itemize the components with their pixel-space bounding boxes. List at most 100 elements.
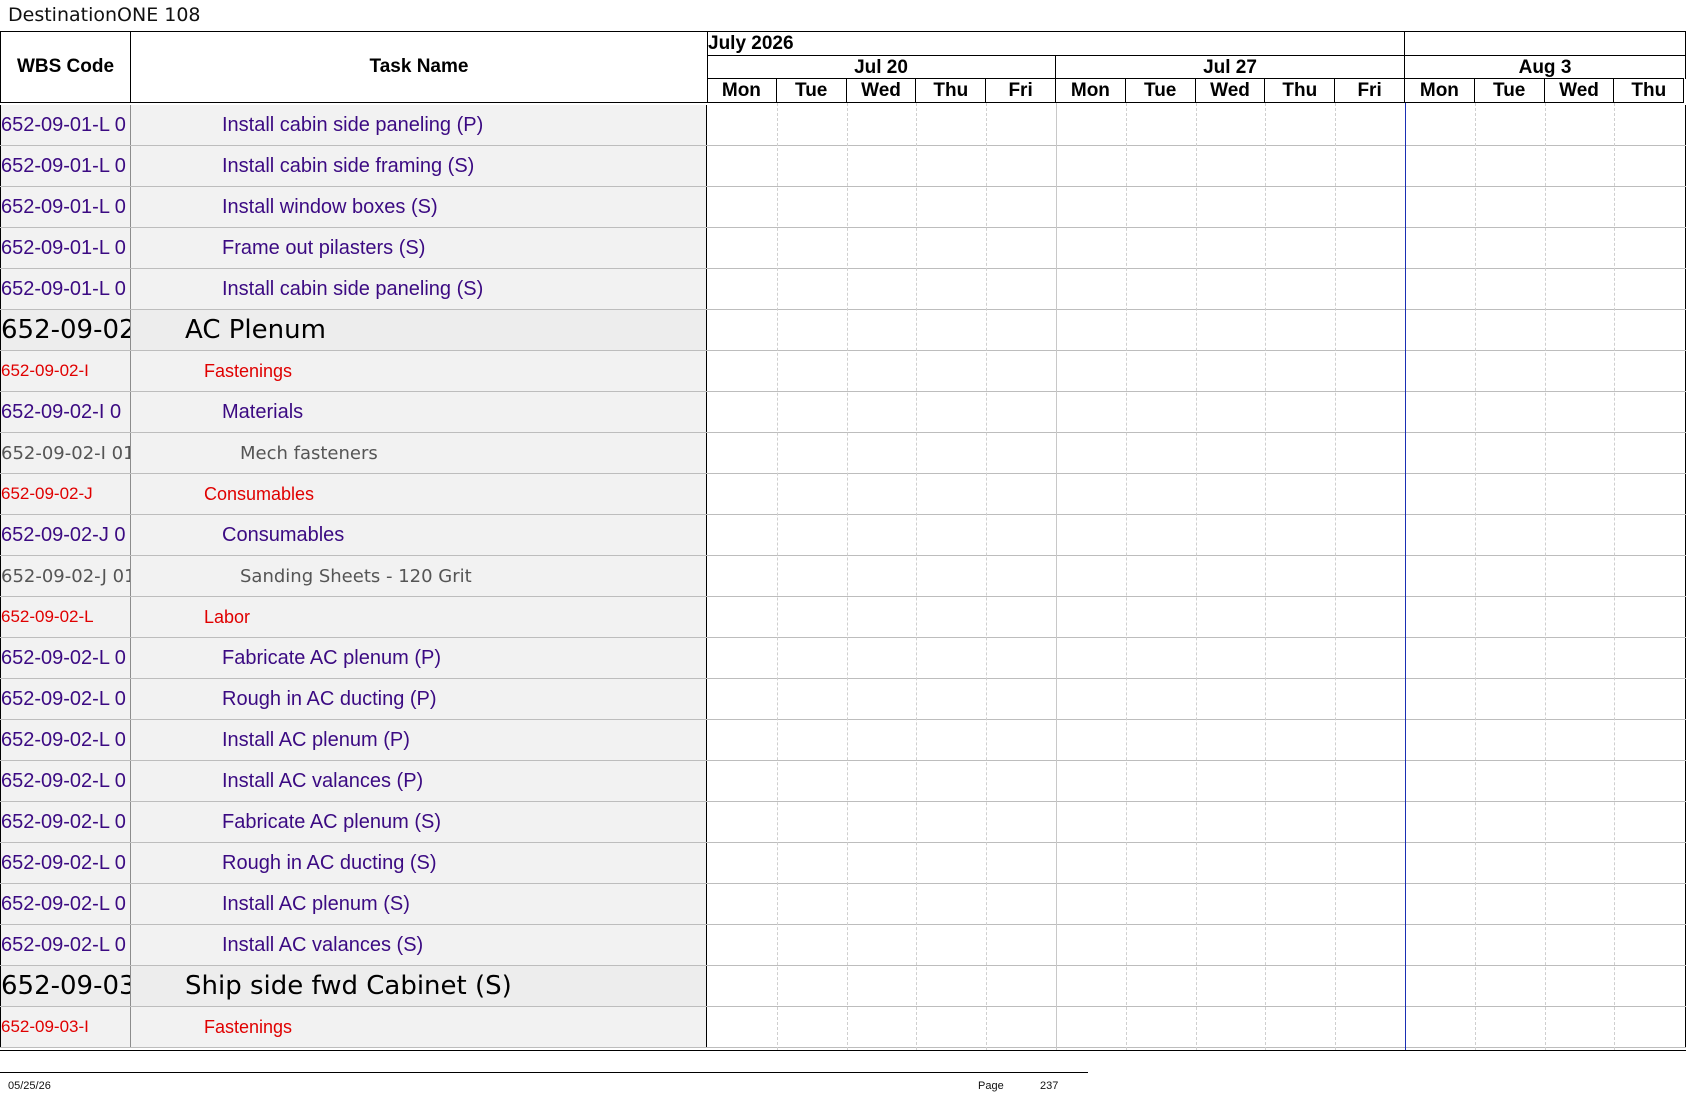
day-gridline (1265, 103, 1267, 1050)
table-row[interactable]: 652-09-02-L 0 Install AC plenum (P) (0, 720, 1686, 761)
timeline-day: Wed (846, 78, 917, 103)
task-name-cell: Rough in AC ducting (S) (131, 843, 707, 883)
table-row[interactable]: 652-09-02-L Labor (0, 597, 1686, 638)
table-row[interactable]: 652-09-02-L 0 Fabricate AC plenum (P) (0, 638, 1686, 679)
wbs-code-cell: 652-09-02-L 0 (0, 638, 131, 678)
task-name-cell: Fastenings (131, 1007, 707, 1047)
table-row[interactable]: 652-09-03-I Fastenings (0, 1007, 1686, 1048)
table-row[interactable]: 652-09-02-L 0 Install AC plenum (S) (0, 884, 1686, 925)
table-row[interactable]: 652-09-01-L 0 Install cabin side paneling… (0, 105, 1686, 146)
table-row[interactable]: 652-09-02-J 01 Sanding Sheets - 120 Grit (0, 556, 1686, 597)
wbs-code-cell: 652-09-03 (0, 966, 131, 1006)
timeline-week: Jul 20 (707, 55, 1056, 79)
table-row[interactable]: 652-09-02-L 0 Rough in AC ducting (P) (0, 679, 1686, 720)
footer-page-number: 237 (1040, 1080, 1059, 1092)
wbs-code-cell: 652-09-02-J (0, 474, 131, 514)
wbs-code-cell: 652-09-02-L 0 (0, 925, 131, 965)
table-row[interactable]: 652-09-02-J Consumables (0, 474, 1686, 515)
task-name-cell: Ship side fwd Cabinet (S) (131, 966, 707, 1006)
table-row[interactable]: 652-09-02-I 0 Materials (0, 392, 1686, 433)
timeline-day: Mon (1405, 78, 1475, 103)
task-name-cell: Install window boxes (S) (131, 187, 707, 227)
task-name-cell: Consumables (131, 474, 707, 514)
task-name-cell: Consumables (131, 515, 707, 555)
wbs-code-cell: 652-09-02-L 0 (0, 843, 131, 883)
wbs-code-cell: 652-09-02 (0, 310, 131, 350)
wbs-code-cell: 652-09-02-L 0 (0, 802, 131, 842)
timeline-day: Thu (916, 78, 987, 103)
day-gridline (1195, 103, 1197, 1050)
task-name-cell: Install cabin side paneling (P) (131, 105, 707, 145)
timeline-day: Tue (1474, 78, 1545, 103)
wbs-code-cell: 652-09-02-J 0 (0, 515, 131, 555)
day-gridline (1544, 103, 1546, 1050)
task-name-cell: Frame out pilasters (S) (131, 228, 707, 268)
task-name-cell: Install AC plenum (P) (131, 720, 707, 760)
table-row[interactable]: 652-09-02-I 01- Mech fasteners (0, 433, 1686, 474)
table-row[interactable]: 652-09-02-L 0 Fabricate AC plenum (S) (0, 802, 1686, 843)
task-name-cell: Mech fasteners (131, 433, 707, 473)
timeline-day: Wed (1195, 78, 1266, 103)
footer-page-label: Page (978, 1080, 1004, 1092)
wbs-code-cell: 652-09-02-L 0 (0, 679, 131, 719)
timeline-day: Fri (986, 78, 1056, 103)
day-gridline (1125, 103, 1127, 1050)
today-marker-line (1405, 103, 1406, 1050)
day-gridline (916, 103, 918, 1050)
wbs-code-cell: 652-09-02-I 01- (0, 433, 131, 473)
table-row[interactable]: 652-09-02-L 0 Rough in AC ducting (S) (0, 843, 1686, 884)
wbs-code-cell: 652-09-02-I (0, 351, 131, 391)
wbs-code-cell: 652-09-02-I 0 (0, 392, 131, 432)
task-name-cell: Fastenings (131, 351, 707, 391)
table-bottom-border (0, 1050, 1686, 1051)
wbs-code-cell: 652-09-03-I (0, 1007, 131, 1047)
footer-rule (0, 1072, 1088, 1073)
timeline-week: Aug 3 (1405, 55, 1686, 79)
table-row[interactable]: 652-09-01-L 0 Install window boxes (S) (0, 187, 1686, 228)
task-name-cell: Rough in AC ducting (P) (131, 679, 707, 719)
task-name-cell: Materials (131, 392, 707, 432)
wbs-code-cell: 652-09-01-L 0 (0, 146, 131, 186)
table-row[interactable]: 652-09-01-L 0 Install cabin side framing … (0, 146, 1686, 187)
table-row[interactable]: 652-09-02 AC Plenum (0, 310, 1686, 351)
task-name-cell: Install AC valances (S) (131, 925, 707, 965)
timeline-week: Jul 27 (1056, 55, 1405, 79)
task-name-cell: Install AC plenum (S) (131, 884, 707, 924)
timeline-day: Thu (1614, 78, 1685, 103)
timeline-month (1405, 31, 1686, 56)
wbs-code-cell: 652-09-01-L 0 (0, 187, 131, 227)
wbs-code-cell: 652-09-02-L 0 (0, 884, 131, 924)
wbs-code-header[interactable]: WBS Code (0, 31, 131, 103)
timeline-day: Thu (1265, 78, 1336, 103)
wbs-code-cell: 652-09-01-L 0 (0, 269, 131, 309)
table-row[interactable]: 652-09-01-L 0 Frame out pilasters (S) (0, 228, 1686, 269)
timeline-day: Tue (776, 78, 847, 103)
day-gridline (1056, 103, 1057, 1050)
day-gridline (986, 103, 988, 1050)
wbs-code-cell: 652-09-02-L (0, 597, 131, 637)
document-title: DestinationONE 108 (8, 4, 201, 26)
day-gridline (1614, 103, 1616, 1050)
table-row[interactable]: 652-09-02-L 0 Install AC valances (S) (0, 925, 1686, 966)
footer-date: 05/25/26 (8, 1080, 51, 1092)
task-name-cell: Fabricate AC plenum (P) (131, 638, 707, 678)
table-row[interactable]: 652-09-02-J 0 Consumables (0, 515, 1686, 556)
task-name-cell: Install cabin side framing (S) (131, 146, 707, 186)
task-name-cell: Install AC valances (P) (131, 761, 707, 801)
day-gridline (1335, 103, 1337, 1050)
gantt-sheet: WBS Code Task Name July 2026 Jul 20 Jul 27… (0, 31, 1686, 1051)
task-name-cell: Install cabin side paneling (S) (131, 269, 707, 309)
task-name-cell: Sanding Sheets - 120 Grit (131, 556, 707, 596)
table-row[interactable]: 652-09-02-I Fastenings (0, 351, 1686, 392)
wbs-code-cell: 652-09-01-L 0 (0, 228, 131, 268)
table-row[interactable]: 652-09-02-L 0 Install AC valances (P) (0, 761, 1686, 802)
wbs-code-cell: 652-09-02-L 0 (0, 761, 131, 801)
task-name-cell: AC Plenum (131, 310, 707, 350)
timeline-day: Mon (707, 78, 777, 103)
table-row[interactable]: 652-09-01-L 0 Install cabin side paneling… (0, 269, 1686, 310)
task-name-header[interactable]: Task Name (130, 31, 708, 103)
timeline-day: Fri (1335, 78, 1405, 103)
wbs-code-cell: 652-09-02-J 01 (0, 556, 131, 596)
table-row[interactable]: 652-09-03 Ship side fwd Cabinet (S) (0, 966, 1686, 1007)
timeline-day: Wed (1544, 78, 1615, 103)
